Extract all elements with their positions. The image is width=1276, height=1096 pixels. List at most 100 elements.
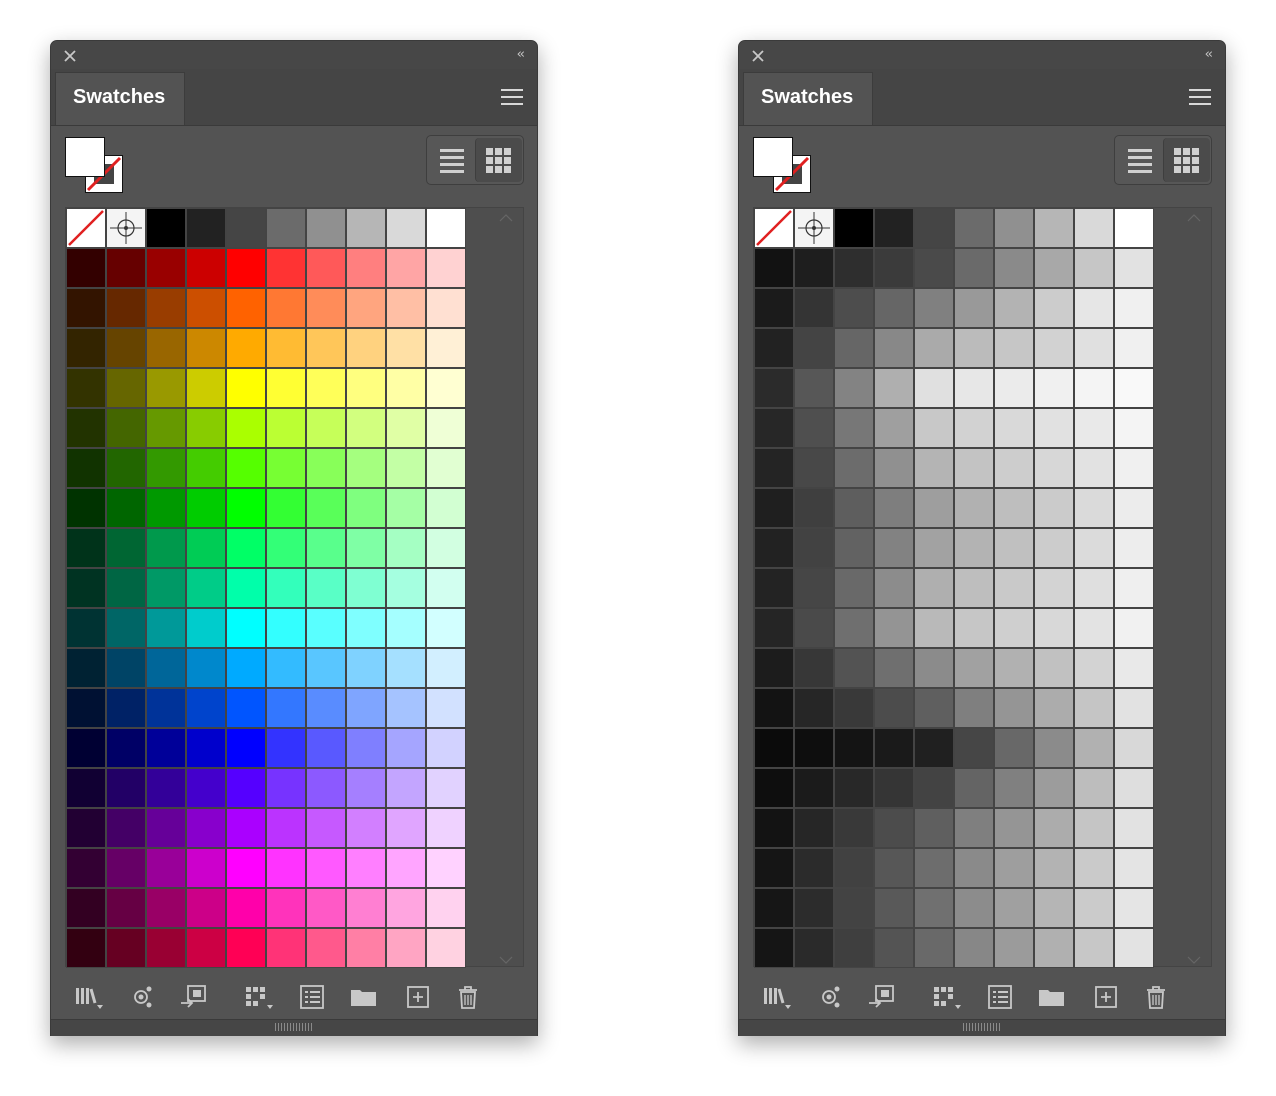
swatch[interactable] [1114,248,1154,288]
swatch[interactable] [954,528,994,568]
none-swatch[interactable] [754,208,794,248]
new-swatch-icon[interactable] [403,983,433,1011]
swatch[interactable] [346,608,386,648]
swatch[interactable] [834,288,874,328]
swatch[interactable] [954,288,994,328]
swatch[interactable] [1074,208,1114,248]
swatch[interactable] [266,608,306,648]
swatch[interactable] [226,848,266,888]
swatch[interactable] [346,408,386,448]
swatch[interactable] [834,888,874,928]
swatch[interactable] [266,888,306,928]
swatch[interactable] [346,648,386,688]
swatch[interactable] [146,408,186,448]
swatch[interactable] [834,688,874,728]
swatch[interactable] [426,888,466,928]
swatch[interactable] [106,248,146,288]
swatch[interactable] [874,608,914,648]
swatch[interactable] [1074,928,1114,968]
swatch[interactable] [754,888,794,928]
swatch[interactable] [1034,528,1074,568]
swatch[interactable] [306,808,346,848]
swatch[interactable] [386,688,426,728]
swatch[interactable] [346,288,386,328]
swatch[interactable] [1034,728,1074,768]
swatch[interactable] [226,488,266,528]
delete-swatch-icon[interactable] [1141,983,1171,1011]
swatch[interactable] [426,568,466,608]
swatch[interactable] [66,768,106,808]
swatch[interactable] [426,728,466,768]
swatch[interactable] [186,808,226,848]
swatch[interactable] [994,608,1034,648]
swatch[interactable] [914,688,954,728]
swatch[interactable] [266,768,306,808]
swatch[interactable] [834,568,874,608]
swatch[interactable] [306,328,346,368]
swatch[interactable] [106,328,146,368]
swatch[interactable] [1074,328,1114,368]
swatch[interactable] [954,808,994,848]
swatch[interactable] [1034,288,1074,328]
swatch[interactable] [226,688,266,728]
swatch[interactable] [266,448,306,488]
thumbnail-view-button[interactable] [1163,138,1210,182]
swatch[interactable] [1114,208,1154,248]
swatch[interactable] [386,368,426,408]
swatch[interactable] [66,848,106,888]
swatch[interactable] [266,528,306,568]
swatch[interactable] [1034,928,1074,968]
swatch[interactable] [1074,808,1114,848]
swatch[interactable] [794,768,834,808]
swatch[interactable] [146,528,186,568]
swatch[interactable] [994,408,1034,448]
swatch[interactable] [106,528,146,568]
swatch[interactable] [994,808,1034,848]
swatch[interactable] [106,288,146,328]
swatch[interactable] [914,648,954,688]
swatch[interactable] [306,688,346,728]
swatch[interactable] [1034,888,1074,928]
swatch[interactable] [954,488,994,528]
swatch[interactable] [66,408,106,448]
swatch[interactable] [874,568,914,608]
scrollbar[interactable] [491,208,521,966]
swatch[interactable] [106,768,146,808]
swatch[interactable] [874,848,914,888]
swatch[interactable] [834,848,874,888]
swatch[interactable] [306,288,346,328]
swatch[interactable] [954,728,994,768]
swatch-list-icon[interactable] [297,983,327,1011]
swatch[interactable] [794,568,834,608]
swatch[interactable] [386,808,426,848]
swatch[interactable] [186,848,226,888]
swatch[interactable] [426,488,466,528]
swatch[interactable] [66,488,106,528]
swatch[interactable] [1034,448,1074,488]
color-group-icon[interactable] [931,983,961,1011]
swatch[interactable] [994,648,1034,688]
swatch[interactable] [226,928,266,968]
swatch[interactable] [266,848,306,888]
swatch[interactable] [146,288,186,328]
swatch[interactable] [994,928,1034,968]
show-swatch-kinds-icon[interactable] [815,983,845,1011]
swatch[interactable] [226,248,266,288]
swatch[interactable] [754,328,794,368]
swatch[interactable] [1114,848,1154,888]
swatch[interactable] [146,928,186,968]
swatch-list-icon[interactable] [985,983,1015,1011]
swatch[interactable] [306,648,346,688]
swatch[interactable] [346,808,386,848]
swatch[interactable] [186,448,226,488]
swatch[interactable] [1034,488,1074,528]
swatch[interactable] [994,488,1034,528]
swatch[interactable] [994,208,1034,248]
swatch[interactable] [954,368,994,408]
swatch[interactable] [1074,648,1114,688]
swatch[interactable] [386,208,426,248]
swatch[interactable] [754,568,794,608]
swatch[interactable] [226,408,266,448]
swatch[interactable] [874,688,914,728]
swatch[interactable] [106,488,146,528]
